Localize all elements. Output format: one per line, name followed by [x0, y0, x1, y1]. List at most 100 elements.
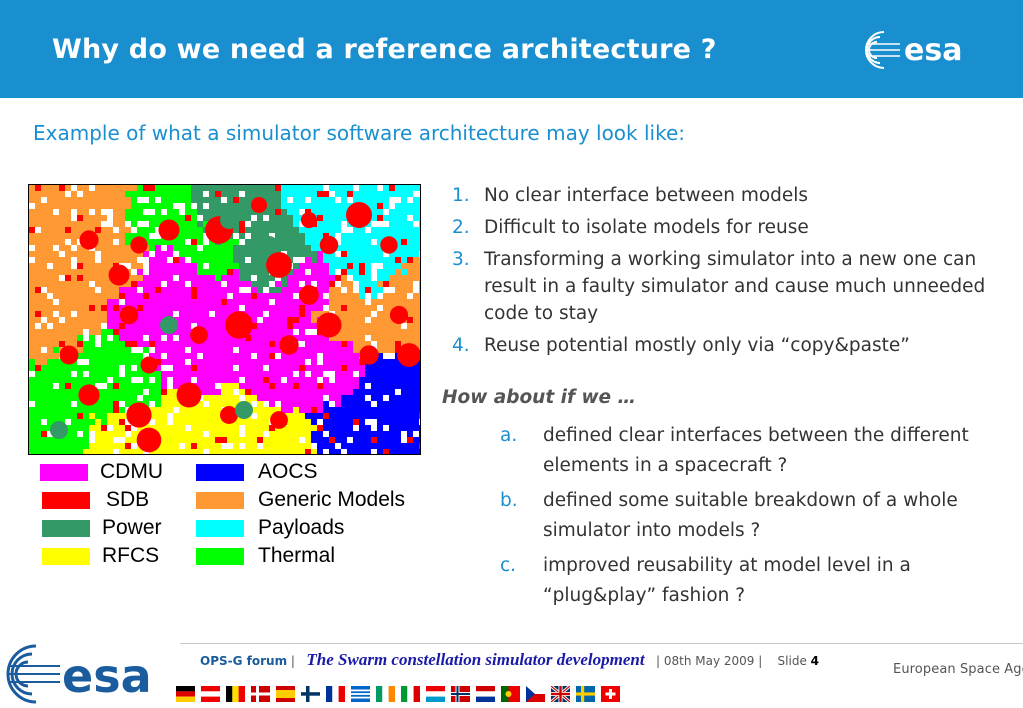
mosaic-cell [203, 365, 209, 371]
mosaic-cell [371, 191, 377, 197]
mosaic-cell [167, 371, 173, 377]
mosaic-cell [281, 281, 287, 287]
mosaic-cell [101, 245, 107, 251]
mosaic-cell [215, 191, 221, 197]
mosaic-cell [305, 437, 311, 443]
mosaic-cell [131, 197, 137, 203]
mosaic-cell [197, 371, 203, 377]
mosaic-cell [209, 305, 215, 311]
mosaic-cell [77, 197, 83, 203]
mosaic-cell [317, 215, 323, 221]
mosaic-cell [47, 275, 53, 281]
mosaic-cell [245, 221, 251, 227]
mosaic-cell [59, 377, 65, 383]
mosaic-cell [89, 257, 95, 263]
mosaic-cell [125, 383, 131, 389]
mosaic-cell [65, 419, 71, 425]
mosaic-cell [113, 239, 119, 245]
mosaic-cell [77, 377, 83, 383]
mosaic-cell [323, 209, 329, 215]
mosaic-cell [137, 317, 143, 323]
mosaic-cell [419, 407, 420, 413]
legend-label: CDMU [100, 460, 163, 483]
mosaic-cell [365, 185, 371, 191]
mosaic-cell [275, 317, 281, 323]
mosaic-cell [107, 371, 113, 377]
mosaic-cell [287, 323, 293, 329]
mosaic-cell [353, 233, 359, 239]
mosaic-cell [413, 293, 419, 299]
mosaic-cell [95, 281, 101, 287]
mosaic-cell [257, 287, 263, 293]
mosaic-cell [269, 443, 275, 449]
mosaic-cell [365, 335, 371, 341]
mosaic-cell [329, 395, 335, 401]
mosaic-cell [245, 185, 251, 191]
mosaic-blob [158, 219, 180, 241]
mosaic-blob [79, 230, 99, 250]
mosaic-cell [77, 227, 83, 233]
mosaic-cell [323, 197, 329, 203]
mosaic-cell [65, 317, 71, 323]
mosaic-cell [83, 287, 89, 293]
mosaic-cell [221, 311, 227, 317]
mosaic-blob [316, 312, 342, 338]
legend-swatch [196, 492, 244, 509]
mosaic-cell [323, 191, 329, 197]
mosaic-cell [83, 419, 89, 425]
mosaic-cell [269, 401, 275, 407]
mosaic-cell [413, 401, 419, 407]
mosaic-cell [257, 413, 263, 419]
mosaic-cell [65, 197, 71, 203]
mosaic-cell [89, 371, 95, 377]
mosaic-cell [227, 257, 233, 263]
mosaic-cell [263, 377, 269, 383]
mosaic-cell [221, 275, 227, 281]
mosaic-cell [215, 431, 221, 437]
mosaic-cell [47, 335, 53, 341]
mosaic-cell [377, 311, 383, 317]
mosaic-cell [371, 227, 377, 233]
mosaic-cell [65, 251, 71, 257]
mosaic-cell [287, 317, 293, 323]
mosaic-cell [395, 449, 401, 454]
mosaic-cell [113, 227, 119, 233]
mosaic-cell [413, 197, 419, 203]
mosaic-cell [113, 215, 119, 221]
mosaic-cell [125, 215, 131, 221]
mosaic-cell [155, 293, 161, 299]
mosaic-cell [59, 203, 65, 209]
mosaic-cell [101, 221, 107, 227]
mosaic-cell [77, 341, 83, 347]
mosaic-cell [107, 245, 113, 251]
mosaic-cell [59, 449, 65, 454]
mosaic-cell [251, 299, 257, 305]
mosaic-cell [263, 437, 269, 443]
mosaic-cell [107, 221, 113, 227]
mosaic-cell [263, 353, 269, 359]
mosaic-cell [233, 299, 239, 305]
mosaic-cell [263, 389, 269, 395]
mosaic-cell [83, 215, 89, 221]
mosaic-cell [245, 191, 251, 197]
mosaic-cell [281, 377, 287, 383]
mosaic-cell [59, 233, 65, 239]
mosaic-cell [299, 347, 305, 353]
mosaic-cell [125, 209, 131, 215]
mosaic-cell [227, 389, 233, 395]
mosaic-cell [59, 299, 65, 305]
mosaic-cell [281, 305, 287, 311]
mosaic-cell [131, 299, 137, 305]
mosaic-cell [119, 431, 125, 437]
mosaic-cell [329, 269, 335, 275]
mosaic-cell [257, 329, 263, 335]
mosaic-cell [281, 395, 287, 401]
mosaic-cell [113, 419, 119, 425]
mosaic-cell [197, 317, 203, 323]
mosaic-cell [41, 323, 47, 329]
mosaic-cell [341, 365, 347, 371]
mosaic-cell [383, 221, 389, 227]
spain-flag-icon [276, 686, 295, 702]
mosaic-cell [41, 383, 47, 389]
mosaic-cell [167, 449, 173, 454]
